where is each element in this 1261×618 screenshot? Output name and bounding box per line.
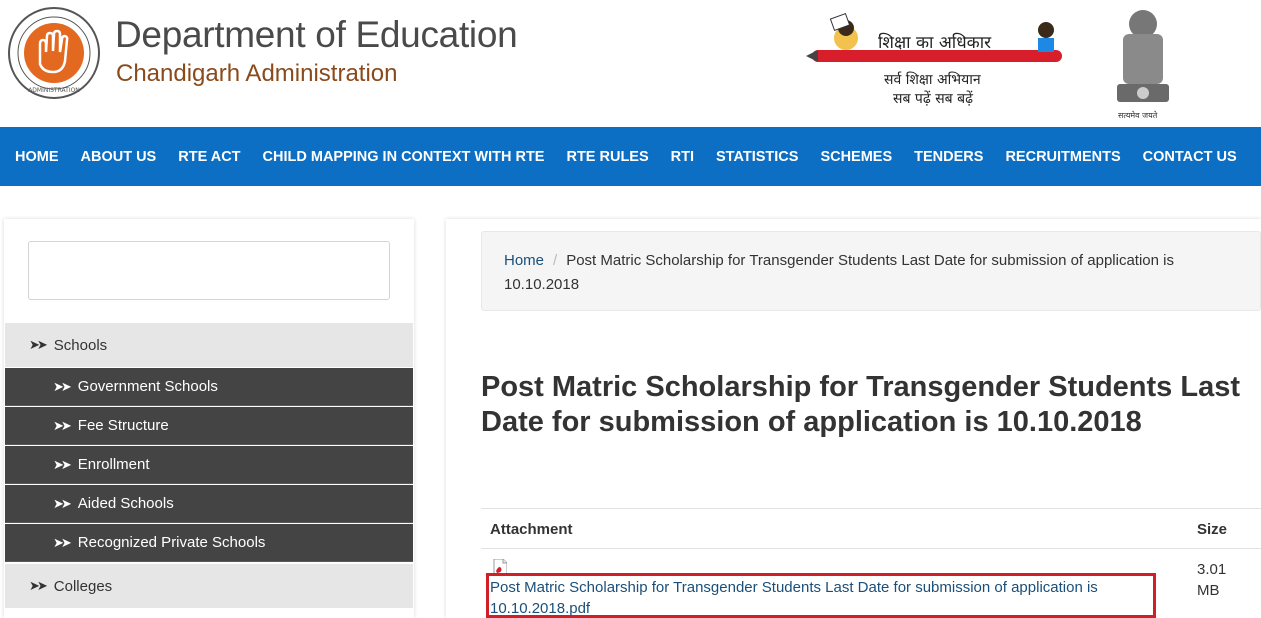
sidebar-section-schools[interactable]: ➤➤ Schools bbox=[5, 323, 413, 367]
nav-item-tenders[interactable]: TENDERS bbox=[903, 149, 994, 165]
nav-item-rte-rules[interactable]: RTE RULES bbox=[555, 149, 659, 165]
breadcrumb-home-link[interactable]: Home bbox=[504, 252, 544, 269]
double-chevron-right-icon: ➤➤ bbox=[53, 378, 72, 394]
main-navigation: HOME ABOUT US RTE ACT CHILD MAPPING IN CONT… bbox=[0, 127, 1261, 186]
column-header-attachment: Attachment bbox=[490, 521, 573, 538]
sidebar-item-recognized-private-schools[interactable]: ➤➤ Recognized Private Schools bbox=[5, 524, 413, 562]
rte-slogan-line2: सब पढ़ें सब बढ़ें bbox=[893, 91, 973, 107]
column-header-size: Size bbox=[1197, 521, 1228, 538]
nav-item-about-us[interactable]: ABOUT US bbox=[70, 149, 168, 165]
nav-item-rte-act[interactable]: RTE ACT bbox=[167, 149, 251, 165]
sidebar-item-enrollment[interactable]: ➤➤ Enrollment bbox=[5, 446, 413, 484]
double-chevron-right-icon: ➤➤ bbox=[29, 578, 48, 593]
sidebar-item-label: Enrollment bbox=[77, 456, 150, 473]
nav-item-home[interactable]: HOME bbox=[4, 149, 70, 165]
attachments-table-header: Attachment Size bbox=[481, 509, 1261, 549]
attachment-file-link[interactable]: Post Matric Scholarship for Transgender … bbox=[490, 577, 1150, 618]
double-chevron-right-icon: ➤➤ bbox=[53, 495, 72, 511]
sidebar-item-label: Government Schools bbox=[77, 378, 218, 395]
sidebar-search-input[interactable] bbox=[28, 241, 390, 300]
sidebar-item-label: Aided Schools bbox=[77, 495, 174, 512]
double-chevron-right-icon: ➤➤ bbox=[53, 417, 72, 433]
sidebar-item-fee-structure[interactable]: ➤➤ Fee Structure bbox=[5, 407, 413, 445]
svg-text:ADMINISTRATION: ADMINISTRATION bbox=[28, 87, 80, 94]
nav-item-recruitments[interactable]: RECRUITMENTS bbox=[994, 149, 1131, 165]
main-content: Home / Post Matric Scholarship for Transge… bbox=[446, 219, 1261, 618]
breadcrumb: Home / Post Matric Scholarship for Transge… bbox=[481, 231, 1261, 311]
chandigarh-logo-icon[interactable]: ADMINISTRATION bbox=[7, 6, 101, 100]
double-chevron-right-icon: ➤➤ bbox=[29, 337, 48, 352]
rte-tagline: शिक्षा का अधिकार bbox=[878, 33, 992, 53]
attachments-table: Attachment Size Post Matric Scholarship … bbox=[481, 508, 1261, 618]
nav-item-statistics[interactable]: STATISTICS bbox=[705, 149, 809, 165]
rte-slogan-line1: सर्व शिक्षा अभियान bbox=[884, 72, 981, 88]
double-chevron-right-icon: ➤➤ bbox=[53, 534, 72, 550]
sidebar-item-government-schools[interactable]: ➤➤ Government Schools bbox=[5, 368, 413, 406]
sidebar: ➤➤ Schools ➤➤ Government Schools ➤➤ Fee … bbox=[4, 219, 414, 618]
sidebar-section-label: Schools bbox=[53, 336, 108, 354]
nav-item-schemes[interactable]: SCHEMES bbox=[809, 149, 903, 165]
sidebar-item-label: Recognized Private Schools bbox=[77, 534, 266, 551]
breadcrumb-current: Post Matric Scholarship for Transgender … bbox=[504, 252, 1174, 293]
nav-item-contact-us[interactable]: CONTACT US bbox=[1132, 149, 1248, 165]
attachment-file-size: 3.01 MB bbox=[1197, 561, 1227, 599]
table-row: Post Matric Scholarship for Transgender … bbox=[481, 549, 1261, 618]
page-title: Post Matric Scholarship for Transgender … bbox=[481, 371, 1240, 438]
sidebar-section-colleges[interactable]: ➤➤ Colleges bbox=[5, 564, 413, 608]
double-chevron-right-icon: ➤➤ bbox=[53, 456, 72, 472]
site-header: ADMINISTRATION Department of Education C… bbox=[0, 0, 1261, 127]
sidebar-section-label: Colleges bbox=[53, 577, 113, 595]
national-emblem-icon bbox=[1117, 10, 1169, 102]
pdf-icon bbox=[493, 559, 507, 576]
sidebar-item-label: Fee Structure bbox=[77, 417, 169, 434]
emblem-caption: सत्यमेव जयते bbox=[1118, 111, 1158, 120]
breadcrumb-separator: / bbox=[553, 252, 558, 269]
sidebar-item-aided-schools[interactable]: ➤➤ Aided Schools bbox=[5, 485, 413, 523]
nav-item-child-mapping-in-context-with-rte[interactable]: CHILD MAPPING IN CONTEXT WITH RTE bbox=[252, 149, 556, 165]
site-title[interactable]: Department of Education bbox=[115, 14, 518, 56]
site-subtitle: Chandigarh Administration bbox=[116, 60, 398, 87]
nav-item-rti[interactable]: RTI bbox=[660, 149, 705, 165]
